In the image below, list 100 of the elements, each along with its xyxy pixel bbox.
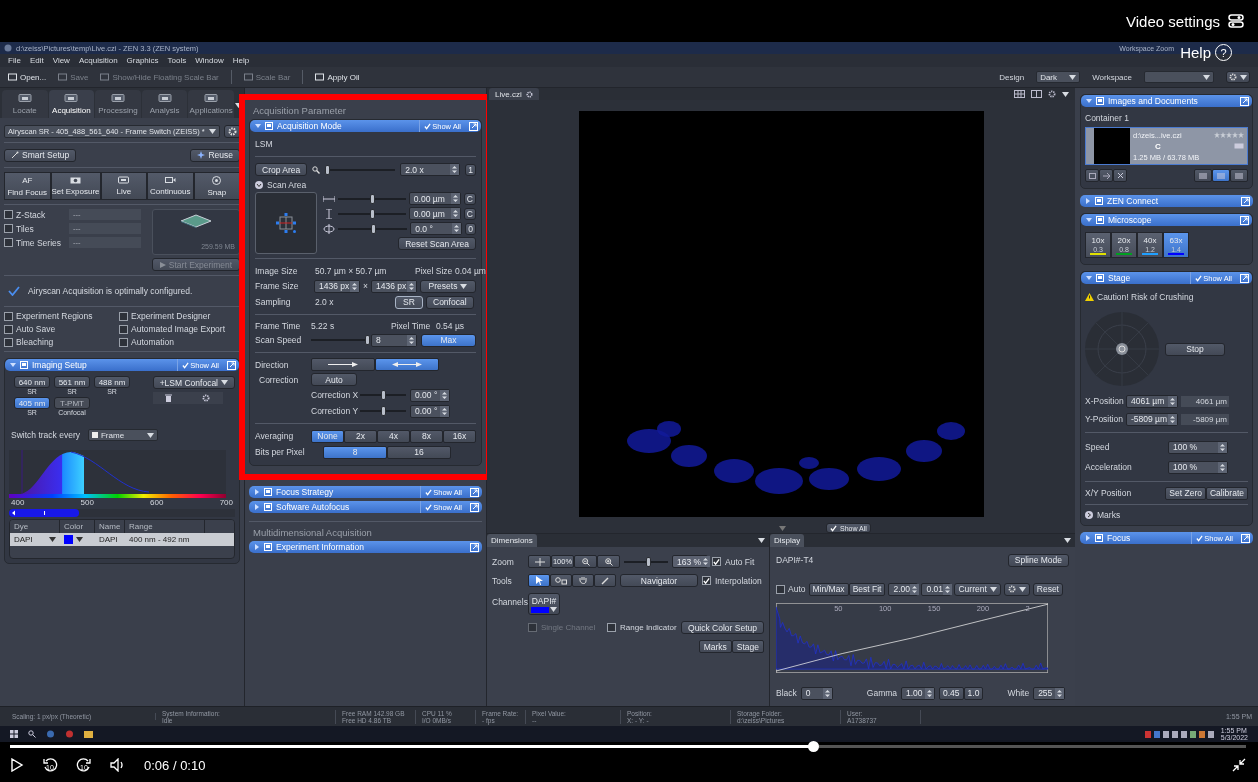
menu-item[interactable]: View: [52, 56, 70, 65]
undock-icon[interactable]: [1240, 215, 1249, 225]
acquisition-button[interactable]: Set Exposure: [50, 172, 101, 200]
zoom-in-button[interactable]: [597, 555, 620, 568]
menu-item[interactable]: Graphics: [126, 56, 159, 65]
marks-button[interactable]: Marks: [698, 640, 732, 653]
spin-arrows-icon[interactable]: [450, 164, 460, 175]
speed-field[interactable]: 100 %: [1168, 440, 1228, 454]
collapse-arrow-icon[interactable]: [10, 362, 16, 368]
slider-thumb[interactable]: [370, 223, 376, 234]
undock-icon[interactable]: [1240, 273, 1249, 283]
panel-header[interactable]: Experiment Information: [249, 541, 482, 553]
tab[interactable]: Acquisition: [48, 90, 95, 118]
mail-button[interactable]: [1085, 169, 1099, 182]
view-toggle[interactable]: [1230, 169, 1248, 182]
acceleration-field[interactable]: 100 %: [1168, 460, 1228, 474]
slider-thumb[interactable]: [646, 556, 652, 567]
crop-area-button[interactable]: Crop Area: [255, 163, 308, 176]
menu-item[interactable]: Edit: [29, 56, 44, 65]
set-zero-button[interactable]: Set Zero: [1165, 486, 1206, 500]
folder-icon[interactable]: [84, 730, 93, 738]
zoom-out-button[interactable]: [574, 555, 597, 568]
spin-arrows-icon[interactable]: [407, 334, 416, 346]
checkbox[interactable]: [4, 324, 13, 334]
value-field[interactable]: 2.00: [888, 582, 919, 596]
app-icon[interactable]: [46, 730, 55, 738]
bit-depth-toggle[interactable]: 16: [387, 445, 451, 459]
y-position-field[interactable]: -5809 µm: [1126, 412, 1178, 426]
configuration-dropdown[interactable]: +LSM Confocal: [152, 376, 235, 389]
play-icon[interactable]: [10, 758, 24, 772]
value-field[interactable]: 0.00 °: [410, 388, 450, 402]
expand-arrow-icon[interactable]: [254, 489, 260, 495]
slider-thumb[interactable]: [369, 208, 375, 219]
undock-icon[interactable]: [470, 542, 479, 552]
spin-arrows-icon[interactable]: [450, 193, 460, 204]
menu-item[interactable]: Tools: [167, 56, 187, 65]
calibrate-button[interactable]: Calibrate: [1205, 486, 1248, 500]
presets-dropdown[interactable]: Presets: [419, 279, 476, 293]
checkbox[interactable]: [119, 324, 128, 334]
undock-icon[interactable]: [1241, 533, 1250, 543]
quick-color-setup-button[interactable]: Quick Color Setup: [681, 621, 764, 634]
averaging-toggle[interactable]: 16x: [443, 429, 476, 443]
spin-arrows-icon[interactable]: [822, 687, 832, 699]
maximum-field[interactable]: 255: [1033, 686, 1066, 700]
panel-tab[interactable]: Dimensions: [487, 534, 537, 547]
settings-icon[interactable]: [1228, 14, 1244, 28]
undock-icon[interactable]: [470, 487, 479, 497]
gamma-preset-button[interactable]: 0.45: [939, 686, 964, 700]
collapse-icon[interactable]: [255, 181, 263, 189]
sampling-button[interactable]: SR: [395, 295, 423, 309]
spin-arrows-icon[interactable]: [1168, 413, 1177, 425]
acquisition-button[interactable]: Continuous: [147, 172, 194, 200]
color-swatch[interactable]: [64, 535, 73, 544]
gamma-preset-button[interactable]: 1.0: [963, 686, 984, 700]
reset-button[interactable]: 1: [465, 163, 476, 176]
panel-header[interactable]: Microscope: [1081, 214, 1252, 226]
value-field[interactable]: 0.01: [921, 582, 952, 596]
toolbar-button[interactable]: Open...: [8, 72, 47, 82]
stop-button[interactable]: Stop: [1165, 342, 1225, 356]
track-switch-dropdown[interactable]: Frame: [87, 429, 158, 441]
track-button[interactable]: 640 nm: [14, 376, 50, 388]
close-button[interactable]: [1113, 169, 1127, 182]
wavelength-range-slider[interactable]: [9, 509, 80, 517]
frame-height-field[interactable]: 1436 px: [370, 279, 417, 293]
tool-button[interactable]: [550, 574, 572, 587]
slider-thumb[interactable]: [381, 406, 386, 416]
reset-button[interactable]: C: [463, 207, 476, 220]
settings-button[interactable]: [1226, 71, 1250, 83]
expand-arrow-icon[interactable]: [1085, 535, 1091, 541]
spin-arrows-icon[interactable]: [440, 389, 449, 401]
spin-arrows-icon[interactable]: [701, 556, 711, 567]
expand-arrow-icon[interactable]: [254, 504, 260, 510]
track-button[interactable]: 488 nm: [94, 376, 130, 388]
collapse-arrow-icon[interactable]: [1086, 275, 1092, 281]
checkbox[interactable]: [4, 210, 13, 219]
spline-mode-button[interactable]: Spline Mode: [1007, 553, 1069, 567]
min-max-button[interactable]: Min/Max: [808, 582, 849, 596]
acquisition-button[interactable]: Live: [100, 172, 148, 200]
windows-logo-icon[interactable]: [10, 730, 18, 738]
search-icon[interactable]: [28, 730, 36, 738]
direction-toggle[interactable]: [311, 358, 375, 371]
menu-item[interactable]: Window: [195, 56, 224, 65]
design-dropdown[interactable]: Dark: [1036, 71, 1081, 83]
checkbox[interactable]: [4, 311, 13, 321]
volume-icon[interactable]: [110, 758, 126, 772]
rating-stars[interactable]: [1214, 132, 1244, 138]
spin-arrows-icon[interactable]: [406, 280, 416, 292]
undock-icon[interactable]: [470, 502, 479, 512]
exit-fullscreen-icon[interactable]: [1232, 758, 1246, 772]
panel-header[interactable]: Images and Documents: [1081, 95, 1252, 107]
expand-icon[interactable]: [1085, 511, 1093, 519]
slider-thumb[interactable]: [381, 390, 386, 400]
undock-icon[interactable]: [469, 121, 478, 131]
spin-arrows-icon[interactable]: [943, 583, 952, 595]
expand-arrow-icon[interactable]: [254, 544, 260, 550]
spin-arrows-icon[interactable]: [452, 223, 462, 234]
mode-dropdown[interactable]: Current: [954, 582, 1001, 596]
zoom-field[interactable]: 2.0 x: [400, 163, 461, 176]
spin-arrows-icon[interactable]: [1218, 461, 1227, 473]
tab[interactable]: Analysis: [141, 90, 188, 118]
